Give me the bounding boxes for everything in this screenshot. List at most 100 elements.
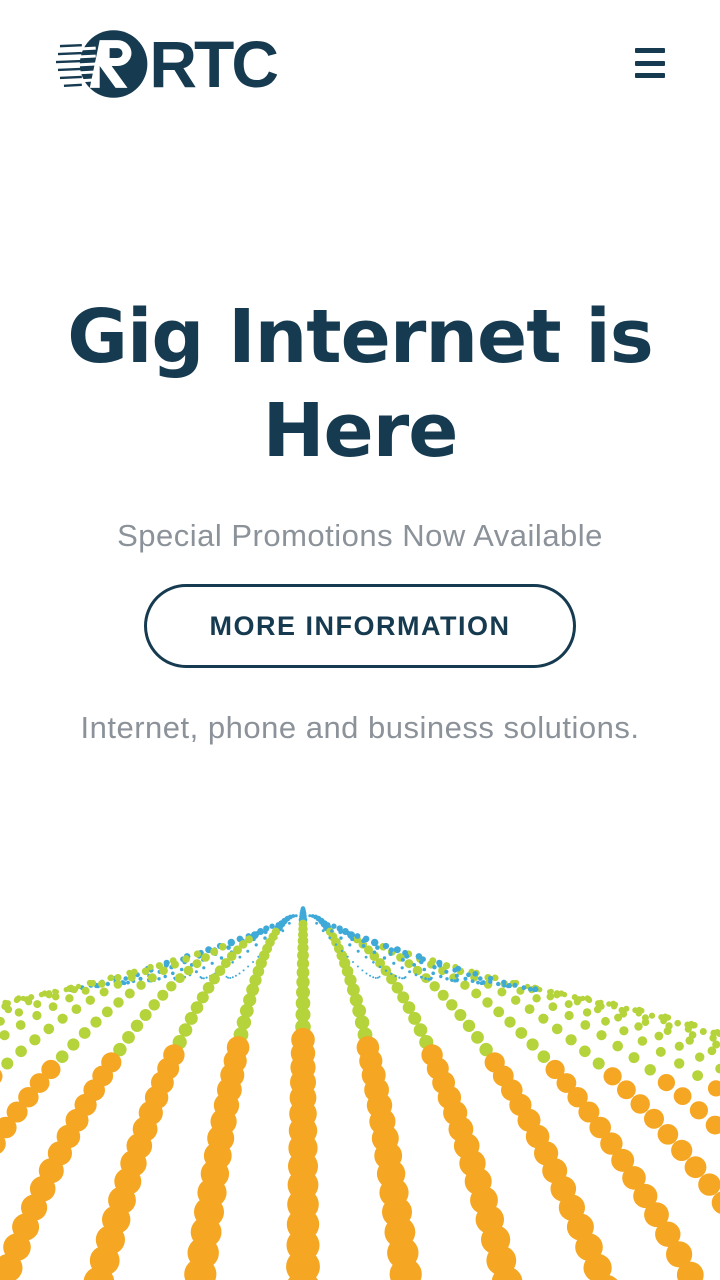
- hero-section: Gig Internet is Here Special Promotions …: [0, 290, 720, 745]
- globe-dot: [210, 961, 214, 965]
- globe-dot: [352, 961, 354, 963]
- globe-dot: [85, 995, 96, 1005]
- globe-dot: [437, 962, 443, 968]
- globe-dot: [227, 976, 230, 979]
- globe-dot: [157, 989, 169, 1001]
- globe-dot: [398, 976, 401, 979]
- globe-dot: [712, 1040, 720, 1049]
- globe-dot: [348, 943, 352, 947]
- globe-dot: [471, 1031, 484, 1044]
- globe-dot: [564, 1010, 574, 1021]
- globe-dot: [361, 938, 366, 944]
- globe-dot: [401, 977, 404, 980]
- globe-dot: [580, 995, 586, 1001]
- globe-dot: [15, 1020, 26, 1030]
- globe-dot: [321, 929, 325, 933]
- globe-dot: [113, 980, 123, 989]
- globe-dot: [628, 1052, 640, 1064]
- globe-dot: [617, 1080, 636, 1100]
- globe-dot: [384, 969, 388, 972]
- globe-dot: [657, 1074, 676, 1092]
- globe-dot: [210, 947, 219, 956]
- globe-dot: [507, 982, 512, 988]
- globe-dot: [374, 977, 377, 979]
- hero-tagline: Internet, phone and business solutions.: [80, 710, 640, 745]
- globe-dot: [124, 988, 135, 999]
- globe-dot: [637, 1036, 648, 1046]
- globe-dot: [1, 1057, 14, 1070]
- globe-dot: [0, 1070, 3, 1083]
- hamburger-icon-bar: [635, 73, 665, 78]
- globe-dot: [596, 1030, 607, 1041]
- hero-title: Gig Internet is Here: [67, 294, 654, 474]
- globe-dot: [548, 1002, 558, 1011]
- globe-dot: [579, 1045, 591, 1058]
- globe-dot: [263, 936, 267, 940]
- globe-dot: [455, 978, 459, 982]
- globe-dot: [350, 937, 355, 942]
- globe-dot: [705, 1115, 720, 1135]
- globe-dot: [4, 1005, 13, 1014]
- hero-subtitle: Special Promotions Now Available: [117, 518, 603, 553]
- globe-dot: [674, 1058, 685, 1069]
- globe-dot: [179, 967, 184, 972]
- globe-dot: [365, 972, 368, 975]
- globe-dot: [29, 1034, 41, 1046]
- globe-dot: [315, 921, 318, 925]
- globe-dot: [648, 1012, 656, 1019]
- globe-dot: [603, 1067, 622, 1086]
- globe-dot: [252, 961, 254, 963]
- globe-dot: [592, 1057, 605, 1070]
- globe-dot: [65, 994, 74, 1003]
- globe-dot: [194, 970, 198, 974]
- globe-dot: [524, 1004, 535, 1014]
- globe-dot: [454, 973, 459, 978]
- globe-dot: [400, 966, 404, 970]
- globe-dot: [227, 938, 235, 947]
- globe-dot: [478, 976, 483, 981]
- globe-dot: [163, 974, 167, 979]
- globe-dot: [71, 1004, 82, 1014]
- globe-dot: [372, 940, 378, 946]
- globe-dot: [238, 972, 241, 975]
- globe-dot: [612, 1040, 623, 1052]
- globe-dot: [354, 1015, 370, 1030]
- globe-dot: [122, 981, 127, 986]
- more-information-button[interactable]: MORE INFORMATION: [144, 584, 576, 668]
- globe-dot: [356, 965, 359, 968]
- globe-dot: [202, 977, 205, 980]
- globe-dot: [236, 1015, 252, 1030]
- globe-dot: [338, 929, 343, 935]
- globe-dot: [430, 976, 433, 980]
- globe-dot: [382, 956, 387, 960]
- globe-dot: [361, 944, 366, 948]
- globe-dot: [123, 976, 128, 981]
- globe-dot: [57, 1013, 68, 1024]
- globe-dot: [98, 980, 106, 988]
- globe-dot: [422, 967, 427, 972]
- hamburger-menu-button[interactable]: [630, 44, 670, 82]
- globe-dot: [138, 976, 143, 981]
- globe-dot: [101, 1006, 113, 1018]
- globe-dot: [463, 976, 468, 981]
- globe-dot: [67, 1038, 80, 1051]
- globe-dot: [695, 1052, 705, 1062]
- globe-dot: [139, 1009, 152, 1021]
- globe-dot: [0, 1016, 5, 1026]
- globe-dot: [402, 1001, 416, 1014]
- globe-dot: [665, 1022, 673, 1030]
- globe-dot: [414, 973, 418, 977]
- rtc-logo[interactable]: RTC: [56, 26, 279, 102]
- globe-dot: [13, 997, 20, 1004]
- globe-dot: [219, 956, 224, 960]
- globe-dot: [429, 981, 440, 992]
- globe-dot: [537, 1050, 551, 1063]
- globe-dot: [130, 1019, 144, 1032]
- logo-text: RTC: [149, 27, 279, 101]
- globe-dot: [565, 1034, 577, 1046]
- globe-dot: [598, 999, 604, 1006]
- globe-dot: [190, 1001, 204, 1014]
- globe-dot: [254, 943, 258, 947]
- globe-dot: [450, 978, 454, 982]
- globe-dot: [684, 1156, 707, 1179]
